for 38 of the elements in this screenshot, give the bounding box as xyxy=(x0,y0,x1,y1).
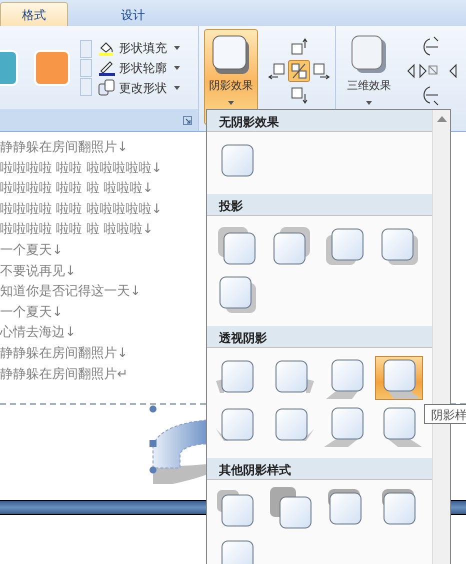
shadow-style-option[interactable] xyxy=(375,356,423,400)
document-text-line: 啦啦啦啦 啦啦 啦啦啦啦啦↓ xyxy=(0,200,162,219)
document-text-line: 静静躲在房间翻照片↓ xyxy=(0,344,128,363)
shape-command-button[interactable]: 更改形状 xyxy=(98,78,180,98)
menu-section-heading: 投影 xyxy=(207,194,432,216)
menu-section-heading: 透视阴影 xyxy=(207,326,432,348)
document-text-line: 啦啦啦啦 啦啦 啦 啦啦啦↓ xyxy=(0,221,154,240)
document-text-line: 心情去海边↓ xyxy=(0,324,76,342)
dialog-launcher-icon[interactable] xyxy=(182,116,192,124)
shadow-square-icon xyxy=(210,34,251,76)
selected-shape-drawing[interactable] xyxy=(148,404,208,484)
ribbon-tab[interactable]: 格式 xyxy=(0,2,68,26)
ribbon-tab[interactable]: 设计 xyxy=(88,2,178,26)
document-text-line: 啦啦啦啦 啦啦 啦 啦啦啦↓ xyxy=(0,180,154,198)
nudge-left-icon[interactable] xyxy=(268,62,286,80)
dropdown-arrow-icon xyxy=(174,46,180,50)
document-text-line: 知道你是否记得这一天↓ xyxy=(0,283,141,302)
shape-command-button[interactable]: 形状填充 xyxy=(98,38,180,58)
document-text-line: 啦啦啦啦 啦啦 啦啦啦啦啦↓ xyxy=(0,160,162,178)
shape-command-button[interactable]: 形状轮廓 xyxy=(98,58,180,78)
nudge-up-icon[interactable] xyxy=(290,38,308,56)
dropdown-arrow-icon xyxy=(174,86,180,90)
document-text-line: 不要说再见↓ xyxy=(0,262,76,281)
3d-square-icon xyxy=(349,34,389,76)
document-text-line: 静静躲在房间翻照片↵ xyxy=(0,366,128,384)
outline-icon xyxy=(98,58,116,76)
dropdown-arrow-icon xyxy=(174,66,180,70)
shape-style-swatch[interactable] xyxy=(34,50,70,86)
change-icon xyxy=(98,78,116,96)
menu-section-heading: 其他阴影样式 xyxy=(207,458,432,480)
document-text-line: 一个夏天↓ xyxy=(0,242,63,260)
menu-section-heading: 无阴影效果 xyxy=(207,110,432,132)
nudge-down-icon[interactable] xyxy=(290,86,308,104)
scroll-up-icon[interactable] xyxy=(436,116,447,122)
shadow-toggle-icon[interactable] xyxy=(288,60,310,82)
nudge-right-icon[interactable] xyxy=(312,62,330,80)
document-text-line: 一个夏天↓ xyxy=(0,304,63,322)
document-text-line: 静静躲在房间翻照片↓ xyxy=(0,139,128,157)
